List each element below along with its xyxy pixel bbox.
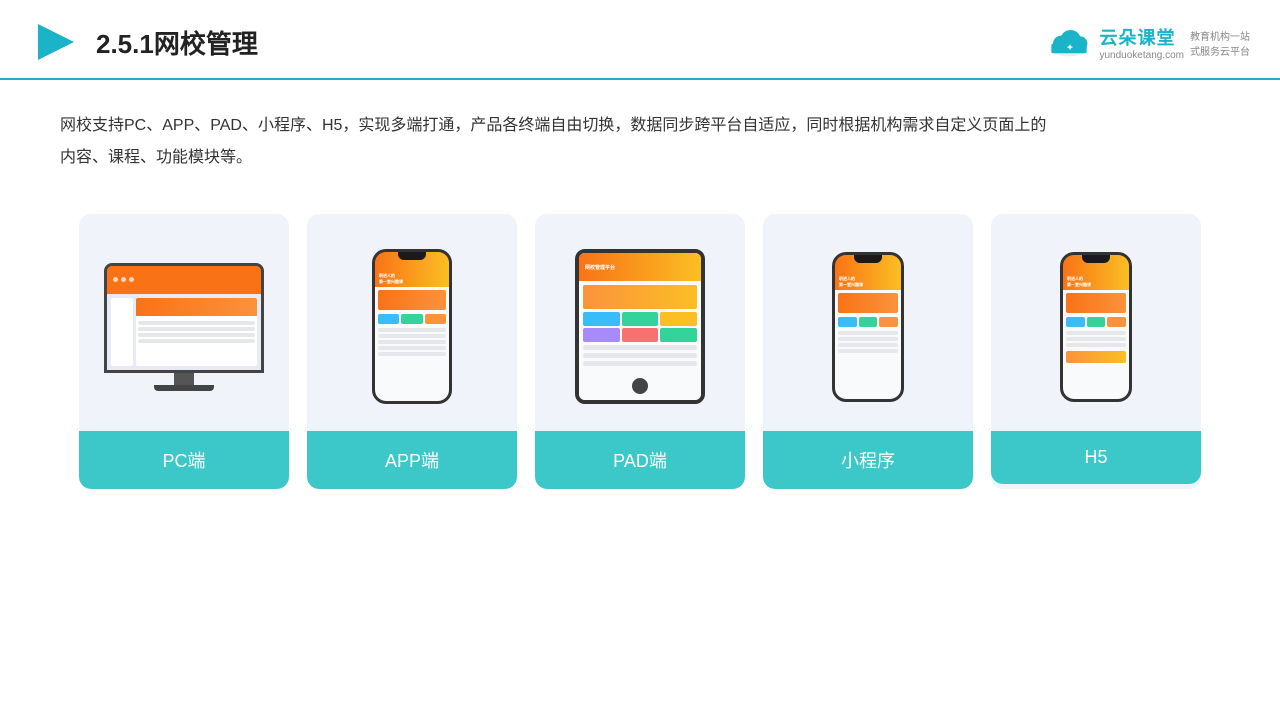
card-pc-image bbox=[79, 234, 289, 419]
card-h5-label: H5 bbox=[991, 431, 1201, 484]
card-miniapp-image: 职进人的第一堂兴趣课 bbox=[763, 234, 973, 419]
brand-url: yunduoketang.com bbox=[1099, 50, 1184, 61]
brand-logo: ✦ 云朵课堂 yunduoketang.com 教育机构一站式服务云平台 bbox=[1045, 24, 1250, 61]
card-app-label: APP端 bbox=[307, 431, 517, 489]
card-app-image: 职进人的第一堂兴趣课 bbox=[307, 234, 517, 419]
brand-sub: 教育机构一站式服务云平台 bbox=[1190, 28, 1250, 58]
card-pc-label: PC端 bbox=[79, 431, 289, 489]
phone-mockup-app: 职进人的第一堂兴趣课 bbox=[372, 249, 452, 404]
brand-name: 云朵课堂 bbox=[1099, 24, 1184, 50]
platform-cards: PC端 职进人的第一堂兴趣课 bbox=[60, 214, 1220, 489]
card-h5: 职进人的第一堂兴趣课 bbox=[991, 214, 1201, 489]
card-pc: PC端 bbox=[79, 214, 289, 489]
main-content: 网校支持PC、APP、PAD、小程序、H5，实现多端打通，产品各终端自由切换，数… bbox=[0, 80, 1280, 509]
svg-text:✦: ✦ bbox=[1067, 43, 1074, 52]
phone-mockup-h5: 职进人的第一堂兴趣课 bbox=[1060, 252, 1132, 402]
logo-arrow-icon bbox=[30, 18, 78, 66]
description-text: 网校支持PC、APP、PAD、小程序、H5，实现多端打通，产品各终端自由切换，数… bbox=[60, 110, 1060, 174]
cloud-icon: ✦ bbox=[1045, 26, 1093, 58]
card-app: 职进人的第一堂兴趣课 bbox=[307, 214, 517, 489]
brand-area: ✦ 云朵课堂 yunduoketang.com 教育机构一站式服务云平台 bbox=[1045, 24, 1250, 61]
card-h5-image: 职进人的第一堂兴趣课 bbox=[991, 234, 1201, 419]
card-pad-image: 网校管理平台 bbox=[535, 234, 745, 419]
pc-mockup bbox=[104, 263, 264, 391]
pc-monitor bbox=[104, 263, 264, 373]
card-miniapp-label: 小程序 bbox=[763, 431, 973, 489]
phone-mockup-miniapp: 职进人的第一堂兴趣课 bbox=[832, 252, 904, 402]
header-left: 2.5.1网校管理 bbox=[30, 18, 258, 66]
tablet-mockup: 网校管理平台 bbox=[575, 249, 705, 404]
card-miniapp: 职进人的第一堂兴趣课 bbox=[763, 214, 973, 489]
page-title: 2.5.1网校管理 bbox=[96, 24, 258, 61]
card-pad: 网校管理平台 bbox=[535, 214, 745, 489]
page-header: 2.5.1网校管理 ✦ 云朵课堂 yunduoketang.com 教育机构一站… bbox=[0, 0, 1280, 80]
card-pad-label: PAD端 bbox=[535, 431, 745, 489]
